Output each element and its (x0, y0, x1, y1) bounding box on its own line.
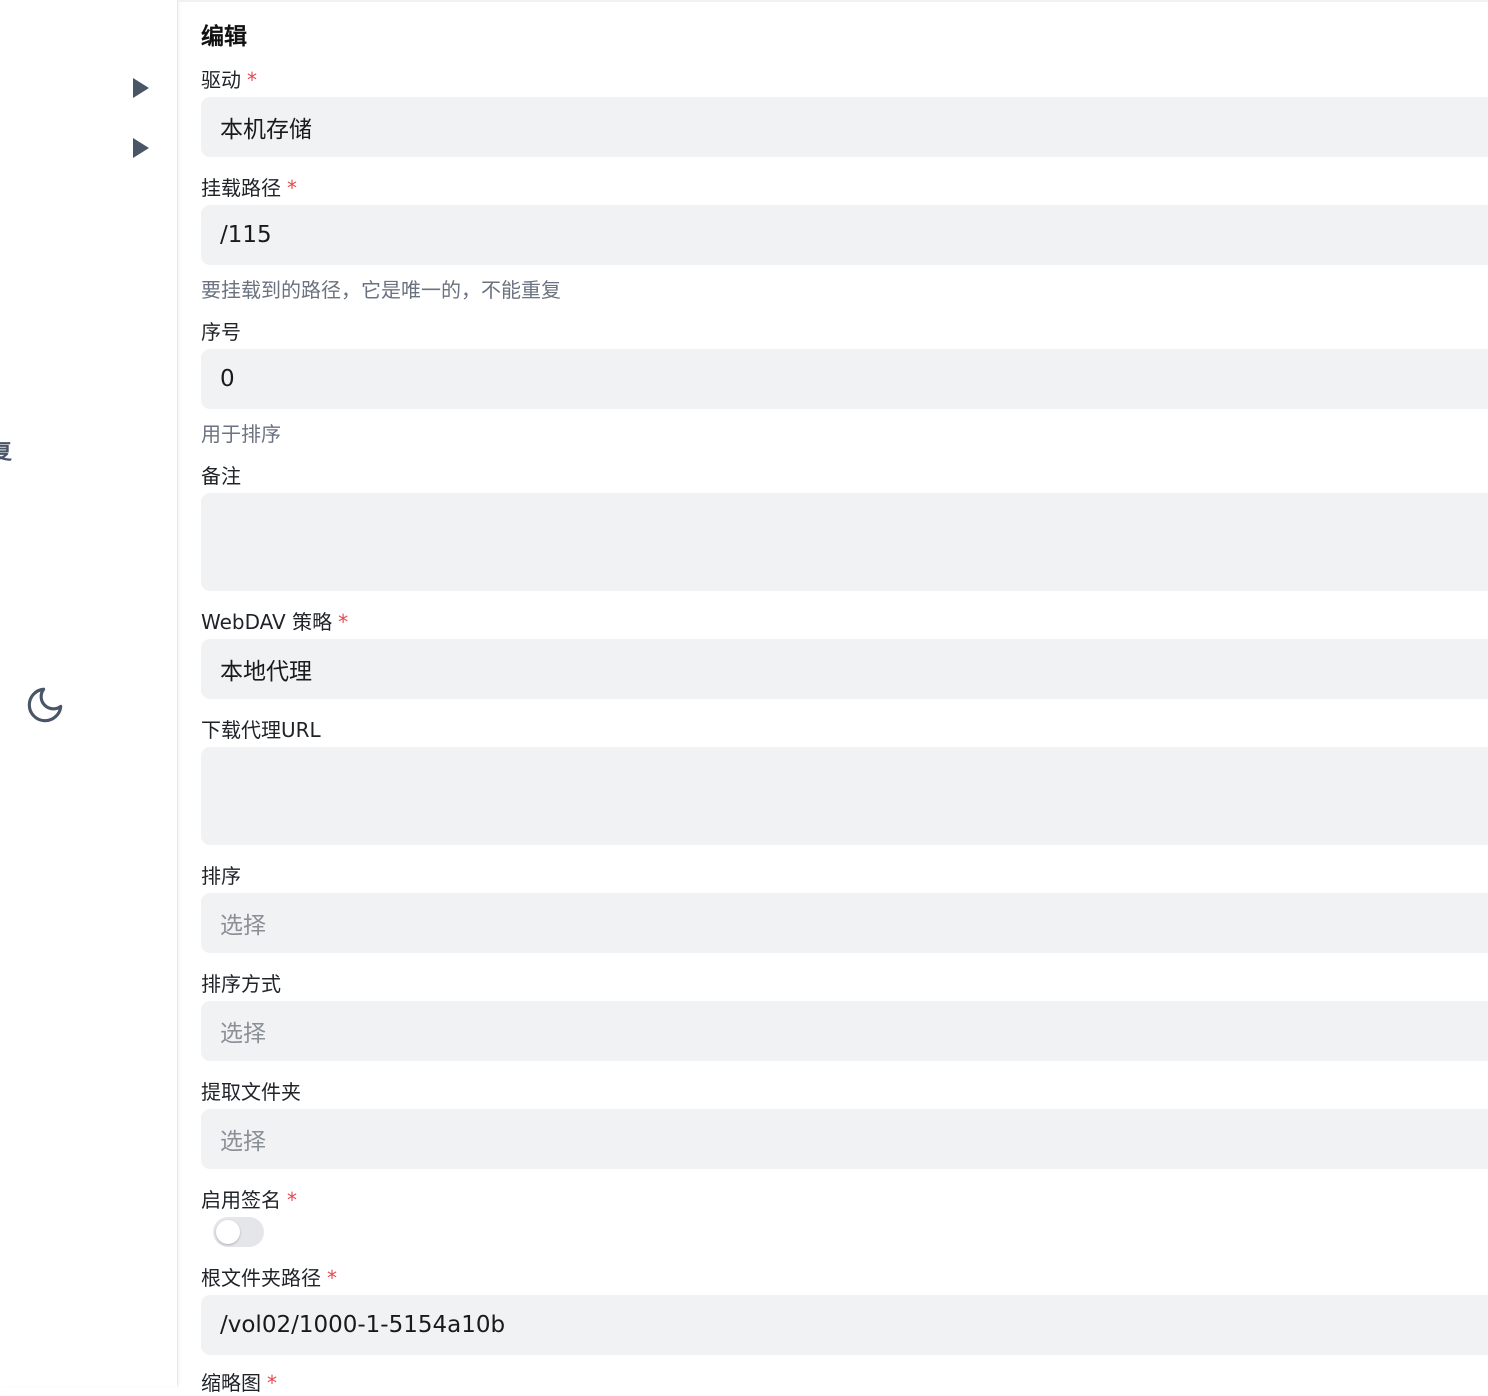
expand-caret-icon[interactable] (133, 78, 149, 98)
required-mark: * (267, 1371, 277, 1395)
toggle-knob (216, 1220, 240, 1244)
remark-label: 备注 (201, 464, 241, 488)
driver-select[interactable]: 本机存储 (201, 97, 1488, 157)
remark-textarea[interactable] (201, 493, 1488, 591)
order-label: 序号 (201, 320, 241, 344)
required-mark: * (287, 1188, 297, 1212)
mount-path-label: 挂载路径 * (201, 176, 297, 200)
sidebar: 复 (0, 0, 178, 1386)
sort-direction-select[interactable]: 选择 (201, 1001, 1488, 1061)
moon-icon[interactable] (24, 684, 66, 726)
webdav-policy-label: WebDAV 策略 * (201, 610, 349, 634)
sort-select[interactable]: 选择 (201, 893, 1488, 953)
page-title: 编辑 (201, 24, 247, 50)
webdav-policy-select[interactable]: 本地代理 (201, 639, 1488, 699)
mount-path-input[interactable]: /115 (201, 205, 1488, 265)
driver-label: 驱动 * (201, 68, 257, 92)
expand-caret-icon[interactable] (133, 138, 149, 158)
enable-sign-toggle[interactable] (213, 1217, 264, 1247)
sort-direction-label: 排序方式 (201, 972, 281, 996)
sort-label: 排序 (201, 864, 241, 888)
extract-folder-label: 提取文件夹 (201, 1080, 301, 1104)
order-hint: 用于排序 (201, 422, 281, 446)
mount-path-hint: 要挂载到的路径，它是唯一的，不能重复 (201, 278, 561, 302)
extract-folder-select[interactable]: 选择 (201, 1109, 1488, 1169)
thumbnail-label: 缩略图 * (201, 1371, 277, 1395)
required-mark: * (247, 68, 257, 92)
order-input[interactable]: 0 (201, 349, 1488, 409)
top-divider (178, 0, 1488, 2)
download-proxy-url-textarea[interactable] (201, 747, 1488, 845)
required-mark: * (327, 1266, 337, 1290)
sidebar-item-label[interactable]: 复 (0, 434, 12, 466)
required-mark: * (338, 610, 349, 634)
download-proxy-url-label: 下载代理URL (201, 718, 321, 742)
enable-sign-label: 启用签名 * (201, 1188, 297, 1212)
root-folder-path-label: 根文件夹路径 * (201, 1266, 337, 1290)
required-mark: * (287, 176, 297, 200)
root-folder-path-input[interactable]: /vol02/1000-1-5154a10b (201, 1295, 1488, 1355)
